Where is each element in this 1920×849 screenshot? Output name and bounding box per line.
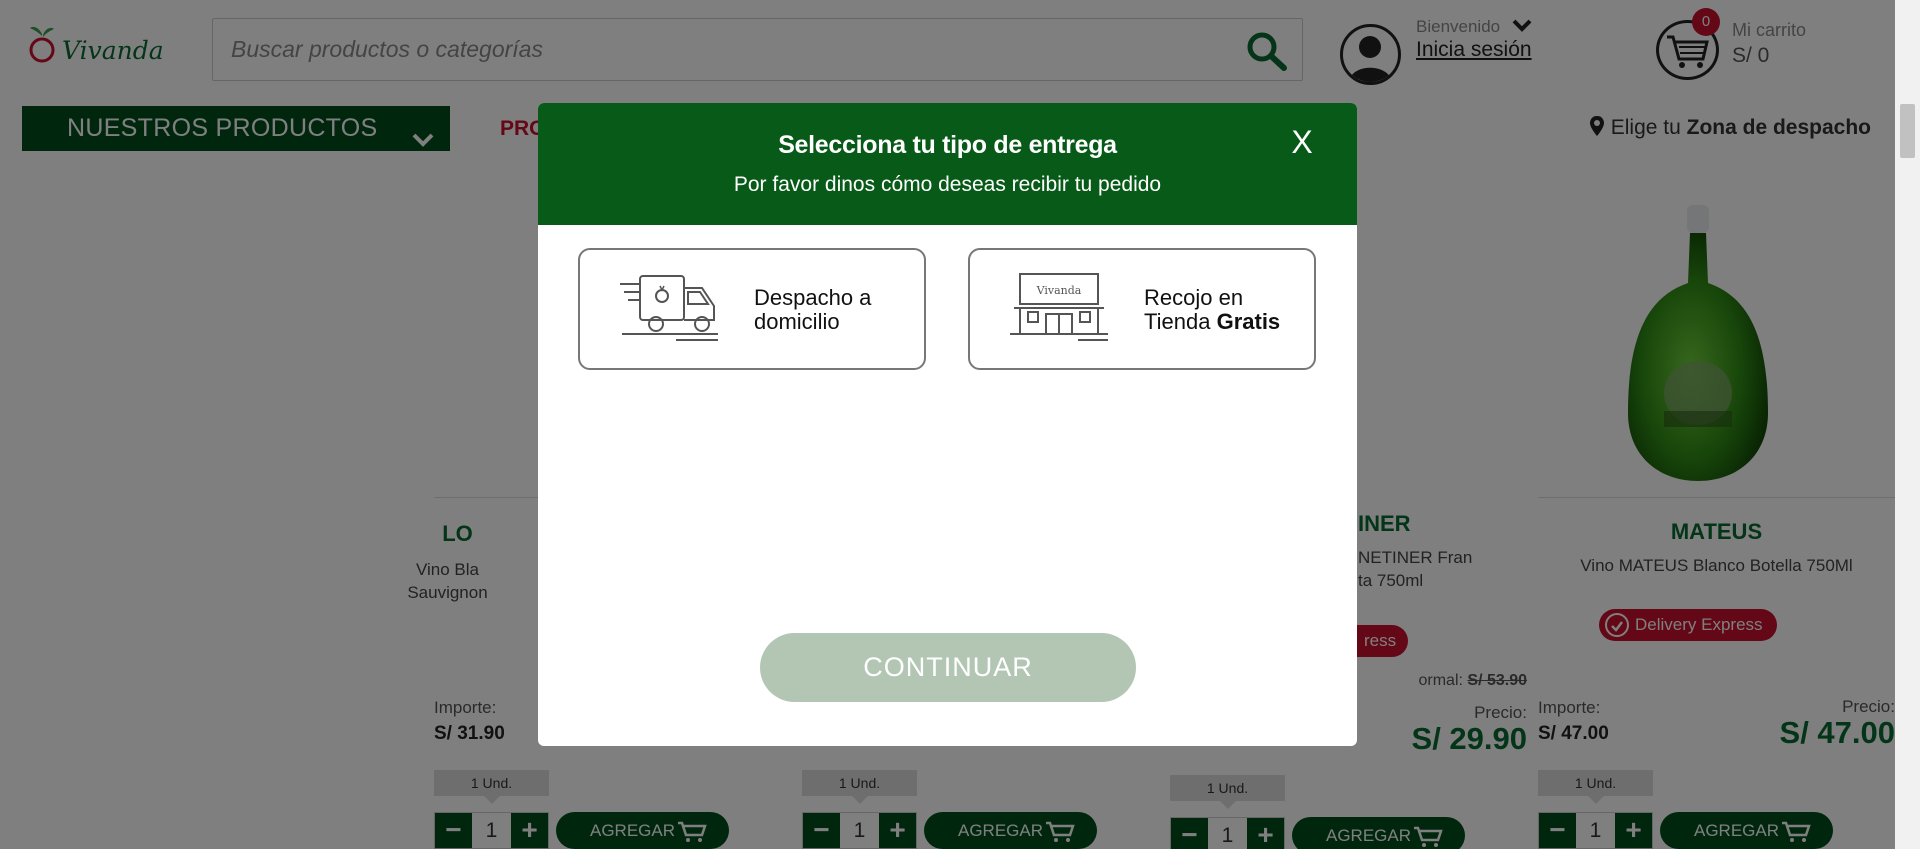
store-building-icon: Vivanda — [1008, 272, 1112, 349]
modal-subtitle: Por favor dinos cómo deseas recibir tu p… — [733, 173, 1162, 196]
modal-header: Selecciona tu tipo de entrega Por favor … — [538, 103, 1357, 225]
modal-title: Selecciona tu tipo de entrega — [778, 131, 1117, 159]
continue-button[interactable]: CONTINUAR — [760, 633, 1136, 702]
delivery-truck-icon — [618, 272, 722, 349]
store-sign-text: Vivanda — [1036, 284, 1082, 297]
store-pickup-free: Gratis — [1216, 309, 1281, 334]
store-pickup-label: Recojo en Tienda Gratis — [1144, 286, 1304, 334]
close-button[interactable]: X — [1277, 117, 1327, 167]
scrollbar-thumb[interactable] — [1900, 104, 1915, 158]
page-scrollbar[interactable] — [1895, 0, 1920, 849]
delivery-type-modal: Selecciona tu tipo de entrega Por favor … — [538, 103, 1357, 746]
store-pickup-option[interactable]: Vivanda Recojo en Tienda Gratis — [968, 248, 1316, 370]
home-delivery-label: Despacho a domicilio — [754, 285, 872, 334]
home-delivery-option[interactable]: Despacho a domicilio — [578, 248, 926, 370]
